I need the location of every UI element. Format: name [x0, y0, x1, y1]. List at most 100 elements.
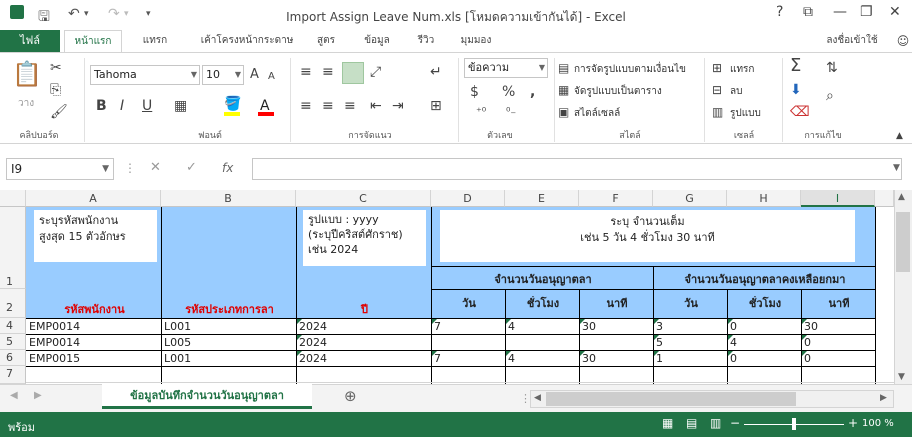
cut-icon[interactable]: ✂ — [50, 60, 62, 76]
column-header-f[interactable]: F — [579, 190, 653, 207]
cell-g6[interactable]: 1 — [654, 351, 726, 366]
autosum-button[interactable]: Σ — [790, 57, 801, 75]
font-size-combo[interactable]: 10 ▼ — [202, 65, 244, 85]
cell-g5[interactable]: 5 — [654, 335, 726, 350]
font-name-combo[interactable]: Tahoma ▼ — [90, 65, 200, 85]
cell-c6[interactable]: 2024 — [297, 351, 430, 366]
close-button[interactable]: ✕ — [889, 4, 901, 20]
enter-formula-button[interactable]: ✓ — [186, 160, 197, 176]
row-header-6[interactable]: 6 — [0, 350, 26, 366]
column-header-i[interactable]: I — [801, 190, 875, 207]
column-header-e[interactable]: E — [505, 190, 579, 207]
ribbon-display-icon[interactable]: ⧉ — [803, 4, 813, 20]
tab-page-layout[interactable]: เค้าโครงหน้ากระดาษ — [188, 30, 306, 52]
tab-data[interactable]: ข้อมูล — [352, 30, 402, 52]
format-as-table-button[interactable]: จัดรูปแบบเป็นตาราง — [574, 84, 662, 99]
insert-cells-button[interactable]: แทรก — [730, 62, 754, 77]
orientation-icon[interactable]: ⤢ — [370, 64, 381, 80]
paste-icon[interactable]: 📋 — [12, 60, 42, 88]
help-button[interactable]: ? — [776, 4, 783, 20]
cell-d4[interactable]: 7 — [432, 319, 504, 334]
row-header-2[interactable]: 2 — [0, 289, 26, 318]
cancel-formula-button[interactable]: ✕ — [150, 160, 161, 176]
copy-icon[interactable]: ⎘ — [50, 82, 61, 98]
column-header-h[interactable]: H — [727, 190, 801, 207]
cell-c5[interactable]: 2024 — [297, 335, 430, 350]
align-middle-icon[interactable]: ≡ — [322, 64, 334, 80]
page-break-view-icon[interactable]: ▥ — [710, 416, 721, 430]
collapse-ribbon-icon[interactable]: ▲ — [896, 128, 903, 144]
add-sheet-button[interactable]: ⊕ — [344, 387, 357, 405]
border-icon[interactable]: ▦ — [174, 98, 187, 114]
sheet-tab-active[interactable]: ข้อมูลบันทึกจำนวนวันอนุญาตลา — [102, 384, 312, 409]
format-cells-icon[interactable]: ▥ — [712, 104, 723, 120]
tab-formulas[interactable]: สูตร — [306, 30, 346, 52]
column-header-g[interactable]: G — [653, 190, 727, 207]
format-table-icon[interactable]: ▦ — [558, 82, 569, 98]
scroll-up-icon[interactable]: ▲ — [898, 192, 905, 202]
page-layout-view-icon[interactable]: ▤ — [686, 416, 697, 430]
format-painter-icon[interactable]: 🖌 — [50, 104, 68, 120]
grow-font-button[interactable]: A — [250, 67, 259, 83]
cell-b4[interactable]: L001 — [162, 319, 295, 334]
cell-i6[interactable]: 0 — [802, 351, 874, 366]
restore-button[interactable]: ❐ — [860, 4, 873, 20]
insert-function-button[interactable]: fx — [222, 160, 233, 176]
column-header-b[interactable]: B — [161, 190, 296, 207]
scroll-down-icon[interactable]: ▼ — [898, 372, 905, 382]
cell-e4[interactable]: 4 — [506, 319, 578, 334]
zoom-slider-thumb[interactable] — [792, 418, 796, 430]
formula-input[interactable] — [252, 158, 902, 180]
row-header-7[interactable]: 7 — [0, 366, 26, 384]
tab-view[interactable]: มุมมอง — [450, 30, 502, 52]
cell-styles-button[interactable]: สไตล์เซลล์ — [574, 106, 620, 121]
zoom-out-icon[interactable]: − — [730, 416, 740, 430]
cell-f6[interactable]: 30 — [580, 351, 652, 366]
percent-button[interactable]: % — [502, 84, 515, 100]
italic-button[interactable]: I — [120, 98, 124, 114]
cell-b6[interactable]: L001 — [162, 351, 295, 366]
expand-formula-icon[interactable]: ▼ — [893, 160, 900, 176]
column-header-j[interactable] — [875, 190, 894, 207]
zoom-in-icon[interactable]: + — [848, 416, 858, 430]
next-sheet-icon[interactable]: ▶ — [34, 390, 42, 401]
tab-insert[interactable]: แทรก — [132, 30, 178, 52]
prev-sheet-icon[interactable]: ◀ — [10, 390, 18, 401]
cell-h4[interactable]: 0 — [728, 319, 800, 334]
insert-cells-icon[interactable]: ⊞ — [712, 60, 722, 76]
scroll-right-icon[interactable]: ▶ — [880, 393, 887, 403]
align-bottom-icon[interactable] — [342, 62, 364, 84]
hscroll-thumb[interactable] — [546, 392, 796, 406]
save-icon[interactable]: 🖫 — [38, 6, 50, 30]
align-right-icon[interactable]: ≡ — [344, 98, 356, 114]
decrease-decimal-icon[interactable]: ⁰₋ — [506, 104, 516, 120]
column-header-a[interactable]: A — [26, 190, 161, 207]
normal-view-icon[interactable]: ▦ — [662, 416, 673, 430]
tab-review[interactable]: รีวิว — [410, 30, 442, 52]
conditional-format-button[interactable]: การจัดรูปแบบตามเงื่อนไข — [574, 62, 686, 77]
align-top-icon[interactable]: ≡ — [300, 64, 312, 80]
currency-button[interactable]: $ — [470, 84, 479, 100]
cell-d6[interactable]: 7 — [432, 351, 504, 366]
comma-button[interactable]: , — [530, 84, 535, 100]
underline-button[interactable]: U — [142, 98, 152, 114]
undo-dropdown-icon[interactable]: ▾ — [84, 9, 89, 19]
align-left-icon[interactable]: ≡ — [300, 98, 312, 114]
scroll-thumb[interactable] — [896, 212, 910, 272]
column-header-c[interactable]: C — [296, 190, 431, 207]
bold-button[interactable]: B — [96, 98, 107, 114]
minimize-button[interactable]: — — [833, 4, 847, 20]
scroll-left-icon[interactable]: ◀ — [534, 393, 541, 403]
zoom-level[interactable]: 100 % — [862, 418, 894, 429]
cell-a4[interactable]: EMP0014 — [27, 319, 160, 334]
outdent-icon[interactable]: ⇥ — [392, 98, 404, 114]
cell-a6[interactable]: EMP0015 — [27, 351, 160, 366]
cell-g4[interactable]: 3 — [654, 319, 726, 334]
cell-i4[interactable]: 30 — [802, 319, 874, 334]
delete-cells-button[interactable]: ลบ — [730, 84, 742, 99]
cell-f4[interactable]: 30 — [580, 319, 652, 334]
format-cells-button[interactable]: รูปแบบ — [730, 106, 761, 121]
redo-icon[interactable]: ↷ — [108, 6, 120, 22]
wrap-text-icon[interactable]: ↵ — [430, 64, 442, 80]
fill-icon[interactable]: ⬇ — [790, 82, 802, 98]
